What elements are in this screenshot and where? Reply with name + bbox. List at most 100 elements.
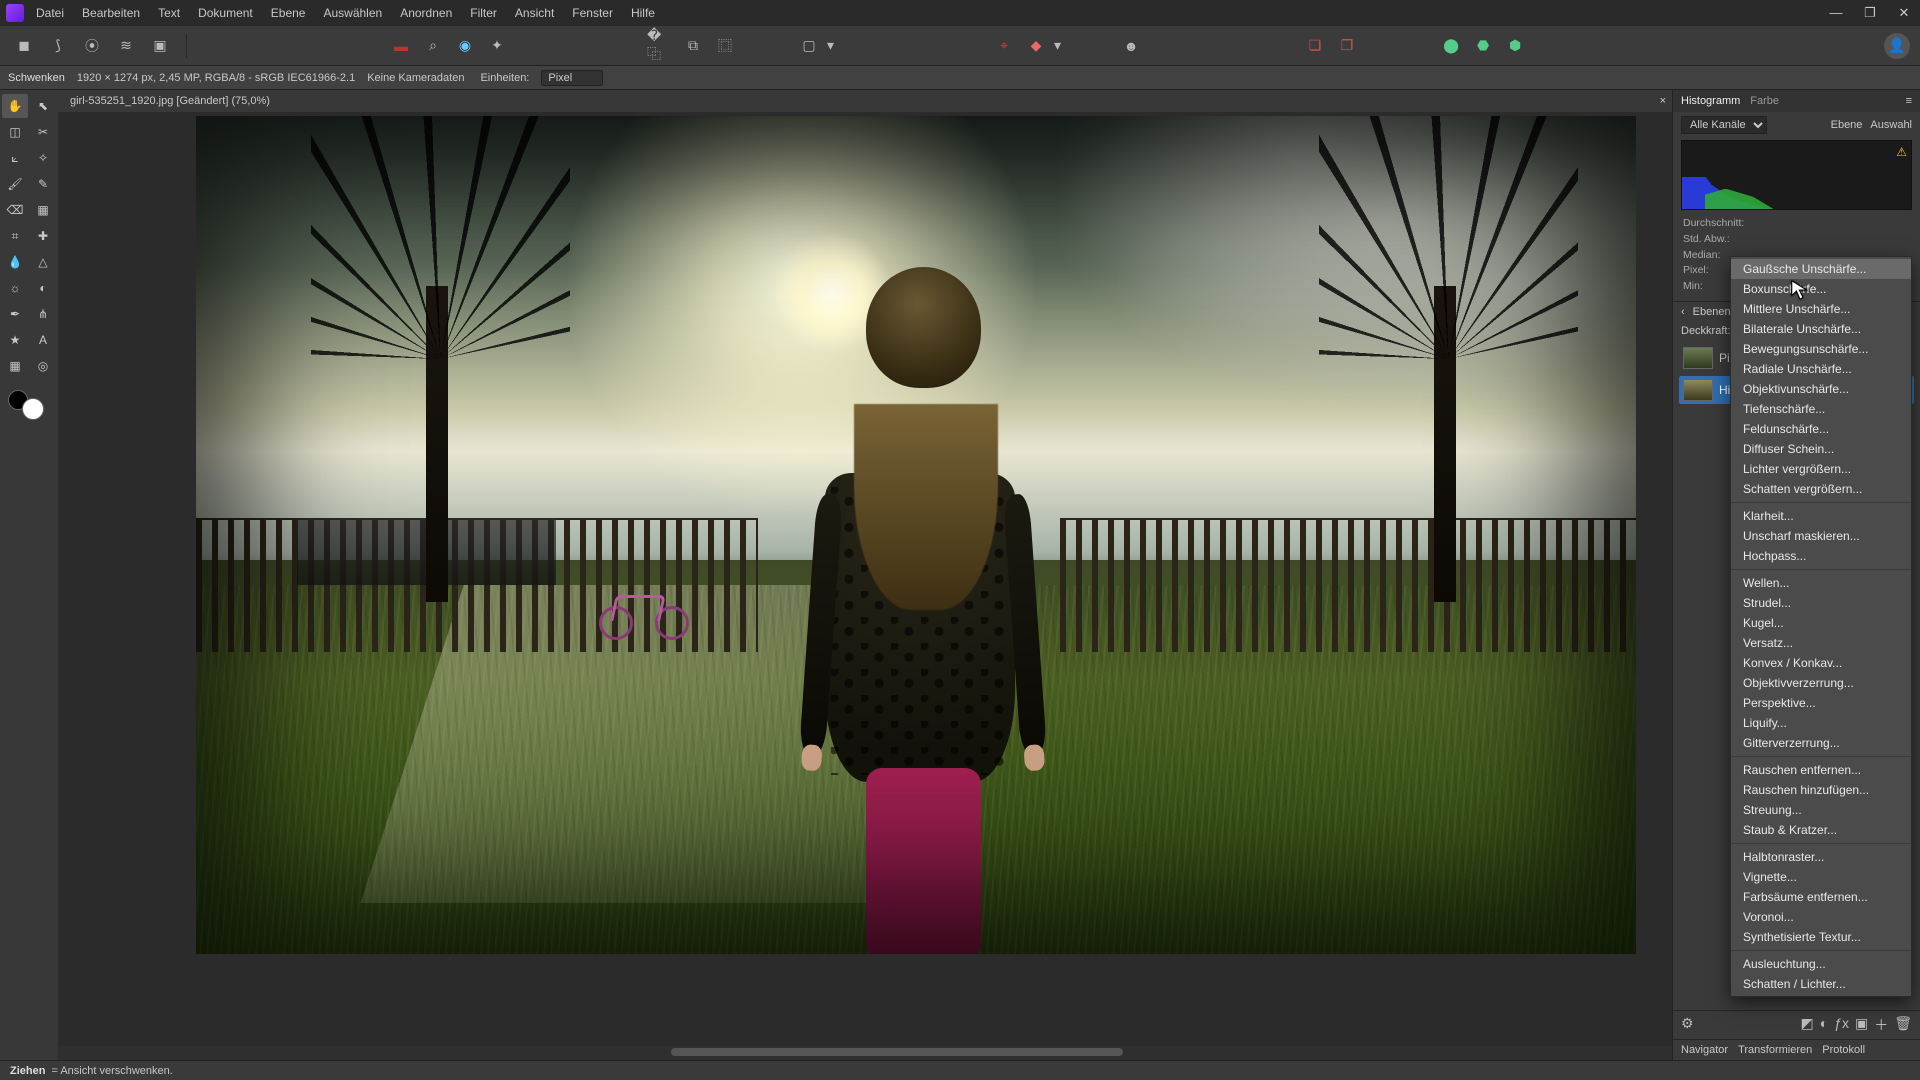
burn-tool-icon[interactable]: ◐ xyxy=(30,276,56,300)
arrange-front-icon[interactable]: ❐ xyxy=(1333,32,1361,60)
tab-transform[interactable]: Transformieren xyxy=(1738,1044,1812,1056)
menu-auswaehlen[interactable]: Auswählen xyxy=(323,6,382,20)
menu-filter[interactable]: Filter xyxy=(470,6,497,20)
context-menu-item[interactable]: Staub & Kratzer... xyxy=(1731,820,1911,840)
color-swatch[interactable] xyxy=(8,390,44,420)
context-menu-item[interactable]: Strudel... xyxy=(1731,593,1911,613)
context-menu-item[interactable]: Rauschen hinzufügen... xyxy=(1731,780,1911,800)
align-left-icon[interactable]: �⿻ xyxy=(647,32,675,60)
context-menu-item[interactable]: Bilaterale Unschärfe... xyxy=(1731,319,1911,339)
units-select[interactable]: Pixel xyxy=(541,70,603,86)
canvas-viewport[interactable] xyxy=(58,112,1672,1046)
assistant-icon[interactable]: ☻ xyxy=(1117,32,1145,60)
layer-fx-icon[interactable]: ⚙ xyxy=(1681,1015,1694,1035)
pencil-tool-icon[interactable]: ✎ xyxy=(30,172,56,196)
shape-tool-icon[interactable]: ★ xyxy=(2,328,28,352)
hand-tool-icon[interactable]: ✋ xyxy=(2,94,28,118)
menu-dokument[interactable]: Dokument xyxy=(198,6,253,20)
picker-tool-icon[interactable]: ◎ xyxy=(30,354,56,378)
histogram-warning-icon[interactable]: ⚠ xyxy=(1896,145,1907,159)
group-icon[interactable]: ▣ xyxy=(1855,1015,1868,1035)
snap-options-icon[interactable]: ◆ xyxy=(1022,32,1050,60)
window-maximize[interactable]: ❐ xyxy=(1860,5,1880,21)
context-menu-item[interactable]: Schatten / Lichter... xyxy=(1731,974,1911,994)
persona-photo-icon[interactable]: ◼ xyxy=(10,32,38,60)
swatch-front-icon[interactable] xyxy=(22,398,44,420)
target-icon[interactable]: ✦ xyxy=(483,32,511,60)
cloud-a-icon[interactable]: ⬤ xyxy=(1437,32,1465,60)
scope-auswahl[interactable]: Auswahl xyxy=(1870,119,1912,131)
blur-tool-icon[interactable]: 💧 xyxy=(2,250,28,274)
window-close[interactable]: ✕ xyxy=(1894,5,1914,21)
context-menu-item[interactable]: Unscharf maskieren... xyxy=(1731,526,1911,546)
wand-tool-icon[interactable]: ✧ xyxy=(30,146,56,170)
dodge-tool-icon[interactable]: ☼ xyxy=(2,276,28,300)
persona-export-icon[interactable]: ▣ xyxy=(146,32,174,60)
menu-ansicht[interactable]: Ansicht xyxy=(515,6,554,20)
panel-menu-icon[interactable]: ≡ xyxy=(1906,95,1912,107)
live-filter-context-menu[interactable]: Gaußsche Unschärfe...Boxunschärfe...Mitt… xyxy=(1730,256,1912,997)
snap-icon[interactable]: ⌖ xyxy=(990,32,1018,60)
layers-collapse-icon[interactable]: ‹ xyxy=(1681,306,1685,318)
context-menu-item[interactable]: Rauschen entfernen... xyxy=(1731,760,1911,780)
scope-ebene[interactable]: Ebene xyxy=(1831,119,1863,131)
persona-tone-icon[interactable]: ≋ xyxy=(112,32,140,60)
menu-anordnen[interactable]: Anordnen xyxy=(400,6,452,20)
grid-tool-icon[interactable]: ▦ xyxy=(2,354,28,378)
eyedropper-icon[interactable]: ⌕ xyxy=(419,32,447,60)
context-menu-item[interactable]: Diffuser Schein... xyxy=(1731,439,1911,459)
context-menu-item[interactable]: Gitterverzerrung... xyxy=(1731,733,1911,753)
tab-history[interactable]: Protokoll xyxy=(1822,1044,1865,1056)
dropdown-icon[interactable]: ▾ xyxy=(1054,37,1061,54)
crop-tool-icon[interactable]: ✂ xyxy=(30,120,56,144)
brush-tool-icon[interactable]: 🖌 xyxy=(2,172,28,196)
context-menu-item[interactable]: Objektivunschärfe... xyxy=(1731,379,1911,399)
context-menu-item[interactable]: Radiale Unschärfe... xyxy=(1731,359,1911,379)
livefilter-icon[interactable]: ƒx xyxy=(1834,1015,1849,1035)
document-tab-close-icon[interactable]: × xyxy=(1660,95,1666,107)
color-wheel-icon[interactable]: ◉ xyxy=(451,32,479,60)
context-menu-item[interactable]: Mittlere Unschärfe... xyxy=(1731,299,1911,319)
context-menu-item[interactable]: Bewegungsunschärfe... xyxy=(1731,339,1911,359)
menu-fenster[interactable]: Fenster xyxy=(572,6,613,20)
clone-tool-icon[interactable]: ⌗ xyxy=(2,224,28,248)
swatch-red-icon[interactable]: ▬ xyxy=(387,32,415,60)
cloud-b-icon[interactable]: ⬣ xyxy=(1469,32,1497,60)
context-menu-item[interactable]: Klarheit... xyxy=(1731,506,1911,526)
context-menu-item[interactable]: Objektivverzerrung... xyxy=(1731,673,1911,693)
context-menu-item[interactable]: Ausleuchtung... xyxy=(1731,954,1911,974)
pen-tool-icon[interactable]: ✒ xyxy=(2,302,28,326)
context-menu-item[interactable]: Schatten vergrößern... xyxy=(1731,479,1911,499)
context-menu-item[interactable]: Vignette... xyxy=(1731,867,1911,887)
context-menu-item[interactable]: Konvex / Konkav... xyxy=(1731,653,1911,673)
context-menu-item[interactable]: Wellen... xyxy=(1731,573,1911,593)
scrollbar-thumb[interactable] xyxy=(671,1048,1123,1056)
context-menu-item[interactable]: Lichter vergrößern... xyxy=(1731,459,1911,479)
context-menu-item[interactable]: Boxunschärfe... xyxy=(1731,279,1911,299)
context-menu-item[interactable]: Kugel... xyxy=(1731,613,1911,633)
context-menu-item[interactable]: Versatz... xyxy=(1731,633,1911,653)
context-menu-item[interactable]: Perspektive... xyxy=(1731,693,1911,713)
tab-color[interactable]: Farbe xyxy=(1750,95,1779,107)
menu-bearbeiten[interactable]: Bearbeiten xyxy=(82,6,140,20)
document-tab[interactable]: girl-535251_1920.jpg [Geändert] (75,0%) xyxy=(64,93,276,109)
addlayer-icon[interactable]: ＋ xyxy=(1874,1015,1888,1035)
selection-tool-icon[interactable]: ◫ xyxy=(2,120,28,144)
account-avatar[interactable]: 👤 xyxy=(1884,33,1910,59)
lasso-tool-icon[interactable]: ⟀ xyxy=(2,146,28,170)
text-tool-icon[interactable]: A xyxy=(30,328,56,352)
context-menu-item[interactable]: Liquify... xyxy=(1731,713,1911,733)
sharpen-tool-icon[interactable]: △ xyxy=(30,250,56,274)
node-tool-icon[interactable]: ⋔ xyxy=(30,302,56,326)
tab-navigator[interactable]: Navigator xyxy=(1681,1044,1728,1056)
context-menu-item[interactable]: Tiefenschärfe... xyxy=(1731,399,1911,419)
quickmask-icon[interactable]: ▢ xyxy=(795,32,823,60)
horizontal-scrollbar[interactable] xyxy=(58,1046,1672,1060)
align-center-icon[interactable]: ⧉ xyxy=(679,32,707,60)
dropdown-icon[interactable]: ▾ xyxy=(827,37,834,54)
heal-tool-icon[interactable]: ✚ xyxy=(30,224,56,248)
mask-icon[interactable]: ◩ xyxy=(1800,1015,1813,1035)
eraser-tool-icon[interactable]: ⌫ xyxy=(2,198,28,222)
context-menu-item[interactable]: Feldunschärfe... xyxy=(1731,419,1911,439)
arrange-back-icon[interactable]: ❏ xyxy=(1301,32,1329,60)
